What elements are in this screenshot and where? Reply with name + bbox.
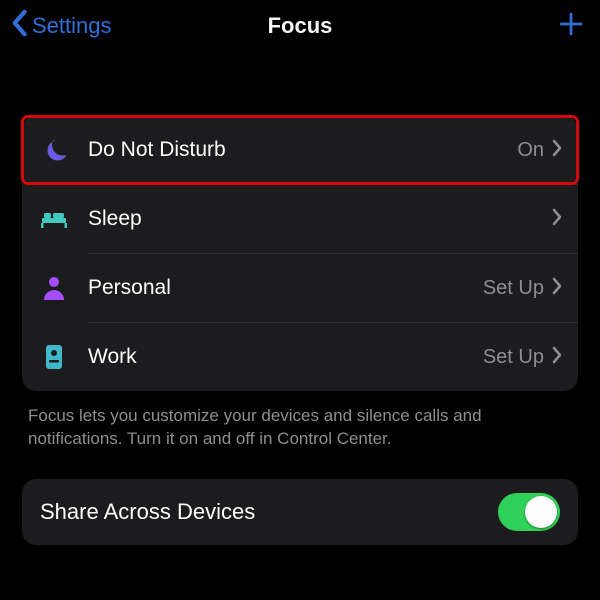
person-icon [38, 276, 70, 300]
focus-row-label: Personal [88, 276, 483, 300]
chevron-right-icon [552, 277, 562, 300]
focus-list: Do Not Disturb On Sleep Personal Set Up … [22, 116, 578, 391]
focus-row-do-not-disturb[interactable]: Do Not Disturb On [22, 116, 578, 184]
chevron-right-icon [552, 346, 562, 369]
share-across-devices-row: Share Across Devices [22, 479, 578, 545]
add-button[interactable] [558, 11, 584, 42]
toggle-knob [525, 496, 557, 528]
bed-icon [38, 210, 70, 228]
chevron-left-icon [10, 9, 32, 43]
focus-row-label: Do Not Disturb [88, 138, 517, 162]
share-toggle[interactable] [498, 493, 560, 531]
focus-row-personal[interactable]: Personal Set Up [22, 254, 578, 322]
moon-icon [38, 138, 70, 162]
share-group: Share Across Devices [22, 479, 578, 545]
share-label: Share Across Devices [40, 499, 498, 525]
focus-row-label: Work [88, 345, 483, 369]
focus-row-label: Sleep [88, 207, 544, 231]
focus-row-status: Set Up [483, 277, 544, 300]
chevron-right-icon [552, 208, 562, 231]
chevron-right-icon [552, 139, 562, 162]
focus-row-work[interactable]: Work Set Up [22, 323, 578, 391]
plus-icon [558, 24, 584, 41]
back-label: Settings [32, 13, 112, 39]
focus-row-status: On [517, 139, 544, 162]
badge-icon [38, 344, 70, 370]
focus-row-status: Set Up [483, 346, 544, 369]
nav-bar: Settings Focus [0, 0, 600, 56]
focus-row-sleep[interactable]: Sleep [22, 185, 578, 253]
back-button[interactable]: Settings [10, 9, 112, 43]
focus-description: Focus lets you customize your devices an… [28, 405, 572, 451]
